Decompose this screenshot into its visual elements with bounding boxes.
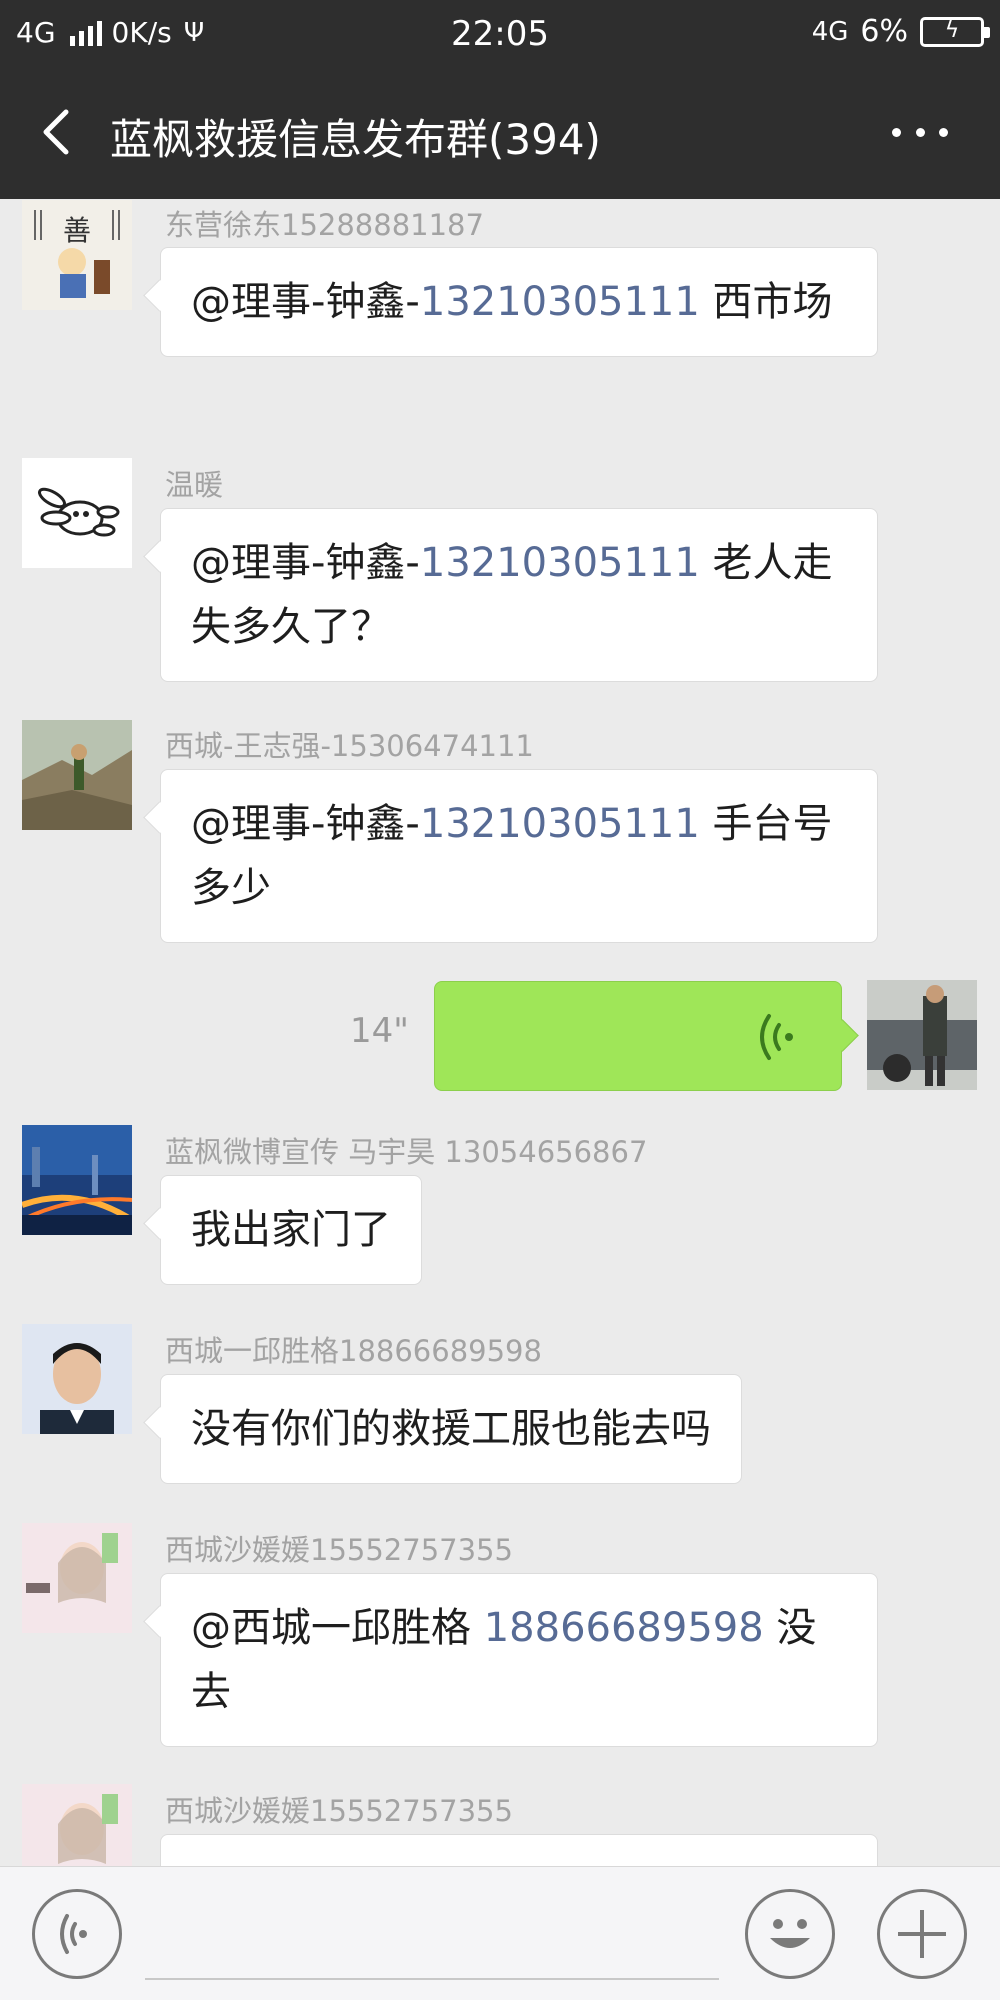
network-4g-indicator: 4G [811, 16, 849, 47]
input-bar [0, 1866, 1000, 2000]
avatar[interactable] [22, 458, 132, 568]
phone-link[interactable]: 13210305111 [420, 801, 700, 847]
message-bubble[interactable]: @理事-钟鑫-13210305111 老人走失多久了？ [160, 508, 878, 682]
message-bubble[interactable]: 没有你们的救援工服也能去吗 [160, 1374, 742, 1484]
avatar[interactable] [22, 1324, 132, 1434]
chat-title: 蓝枫救援信息发布群(394) [110, 115, 601, 164]
voice-duration: 14" [350, 1011, 409, 1051]
status-bar: 4G 0K/s Ψ 22:05 4G 6% ϟ [0, 0, 1000, 66]
top-bar: 4G 0K/s Ψ 22:05 4G 6% ϟ 蓝枫救援信息发布群(394) [0, 0, 1000, 199]
message-bubble[interactable]: @理事-钟鑫-13210305111 西市场 [160, 247, 878, 357]
avatar[interactable] [22, 1125, 132, 1235]
avatar[interactable] [22, 720, 132, 830]
message-bubble[interactable] [160, 1834, 878, 1866]
voice-message-bubble[interactable] [434, 981, 842, 1091]
phone-link[interactable]: 13210305111 [420, 279, 700, 325]
phone-link[interactable]: 18866689598 [484, 1605, 764, 1651]
plus-icon[interactable] [877, 1889, 967, 1979]
sender-name: 西城沙媛媛15552757355 [165, 1794, 513, 1828]
message-bubble[interactable]: @理事-钟鑫-13210305111 手台号多少 [160, 769, 878, 943]
phone-link[interactable]: 13210305111 [420, 540, 700, 586]
avatar[interactable] [22, 1523, 132, 1633]
battery-percent: 6% [860, 14, 908, 49]
voice-input-icon[interactable] [32, 1889, 122, 1979]
more-dots-icon[interactable] [892, 120, 948, 144]
charging-icon: ϟ [944, 17, 960, 43]
my-avatar[interactable] [867, 980, 977, 1090]
message-bubble[interactable]: 我出家门了 [160, 1175, 422, 1285]
emoji-icon[interactable] [745, 1889, 835, 1979]
chevron-left-icon[interactable] [34, 108, 82, 156]
voice-wave-icon [760, 1014, 793, 1060]
sender-name: 西城-王志强-15306474111 [165, 729, 534, 763]
avatar[interactable]: 善 [22, 200, 132, 310]
sender-name: 温暖 [165, 468, 224, 502]
message-bubble[interactable]: @西城一邱胜格 18866689598 没去 [160, 1573, 878, 1747]
sender-name: 西城沙媛媛15552757355 [165, 1533, 513, 1567]
sender-name: 东营徐东15288881187 [165, 208, 484, 242]
battery-icon: ϟ [920, 16, 990, 47]
avatar[interactable] [22, 1784, 132, 1866]
chat-header: 蓝枫救援信息发布群(394) [0, 66, 1000, 199]
svg-text:善: 善 [63, 214, 91, 247]
status-right: 4G 6% ϟ [811, 14, 990, 49]
sender-name: 西城一邱胜格18866689598 [165, 1334, 542, 1368]
chat-area[interactable]: 善 东营徐东15288881187 @理事-钟鑫-13210305111 西市场… [0, 199, 1000, 1866]
sender-name: 蓝枫微博宣传 马宇昊 13054656867 [165, 1135, 648, 1169]
text-input[interactable] [145, 1978, 719, 1980]
